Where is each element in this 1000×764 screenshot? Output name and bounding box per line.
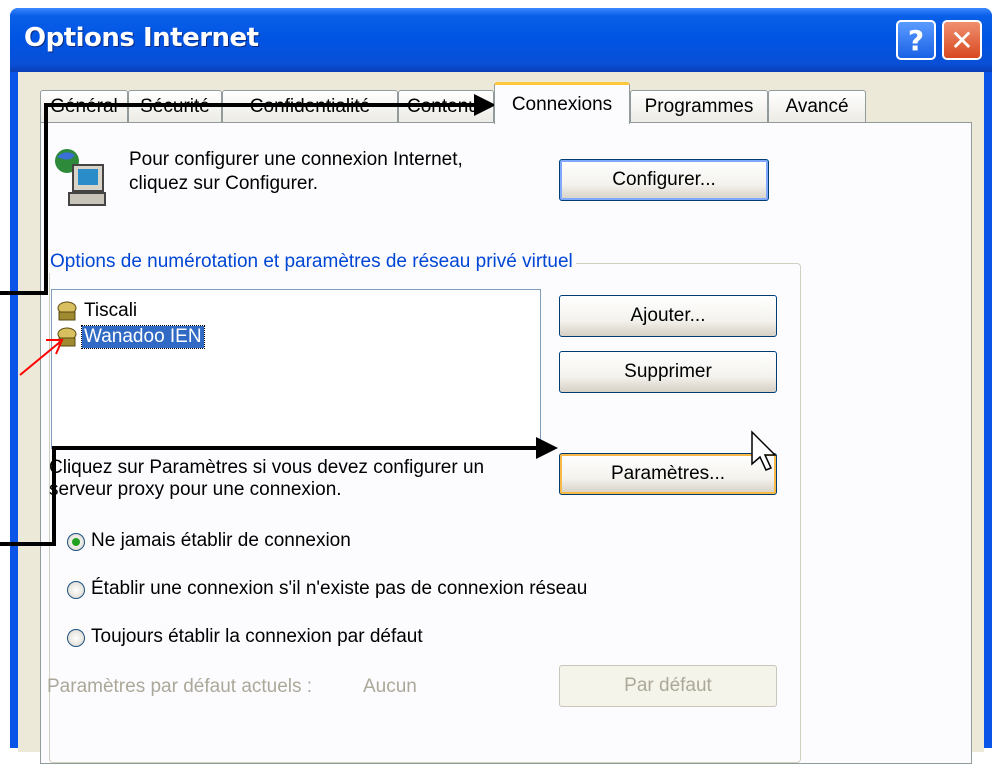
add-button[interactable]: Ajouter...	[559, 295, 777, 337]
current-default-label: Paramètres par défaut actuels :	[47, 676, 313, 697]
list-item-wanadoo[interactable]: Wanadoo IEN	[56, 324, 205, 350]
configure-button[interactable]: Configurer...	[559, 159, 769, 201]
phone-connection-icon	[57, 301, 77, 321]
dialog-client-area: Général Sécurité Confidentialité Contenu…	[18, 72, 984, 764]
help-button[interactable]: ?	[896, 20, 936, 60]
radio-dial-when-no-network-label: Établir une connexion s'il n'existe pas …	[91, 578, 588, 599]
connections-listbox[interactable]: Tiscali Wanadoo IEN	[51, 289, 541, 449]
radio-never-dial[interactable]	[67, 533, 85, 551]
dialog-window: Options Internet ? ✕ Général Sécurité Co…	[10, 8, 992, 764]
current-default-value: Aucun	[363, 676, 417, 697]
tab-confidentialite[interactable]: Confidentialité	[222, 90, 398, 122]
tab-contenu[interactable]: Contenu	[398, 90, 494, 122]
tab-programmes[interactable]: Programmes	[630, 90, 768, 122]
computer-globe-icon	[55, 149, 106, 206]
setup-text-line1: Pour configurer une connexion Internet,	[129, 149, 463, 170]
radio-dial-when-no-network[interactable]	[67, 581, 85, 599]
settings-button[interactable]: Paramètres...	[559, 453, 777, 495]
setup-text-line2: cliquez sur Configurer.	[129, 173, 319, 194]
proxy-text-line2: serveur proxy pour une connexion.	[49, 479, 342, 500]
close-button[interactable]: ✕	[942, 20, 982, 60]
radio-always-dial[interactable]	[67, 629, 85, 647]
tab-general[interactable]: Général	[40, 90, 128, 122]
radio-never-dial-label: Ne jamais établir de connexion	[91, 530, 351, 551]
list-item-tiscali[interactable]: Tiscali	[56, 298, 139, 324]
tab-connexions[interactable]: Connexions	[494, 82, 630, 124]
tab-securite[interactable]: Sécurité	[128, 90, 222, 122]
tab-avance[interactable]: Avancé	[768, 90, 866, 122]
proxy-text-line1: Cliquez sur Paramètres si vous devez con…	[49, 457, 485, 478]
title-bar[interactable]: Options Internet ? ✕	[10, 8, 992, 72]
window-title: Options Internet	[24, 23, 259, 53]
dialup-group-label: Options de numérotation et paramètres de…	[47, 251, 576, 273]
phone-connection-icon	[57, 327, 77, 347]
remove-button[interactable]: Supprimer	[559, 351, 777, 393]
connexions-tab-page: Pour configurer une connexion Internet, …	[40, 122, 972, 764]
radio-always-dial-label: Toujours établir la connexion par défaut	[91, 626, 423, 647]
set-default-button: Par défaut	[559, 665, 777, 707]
